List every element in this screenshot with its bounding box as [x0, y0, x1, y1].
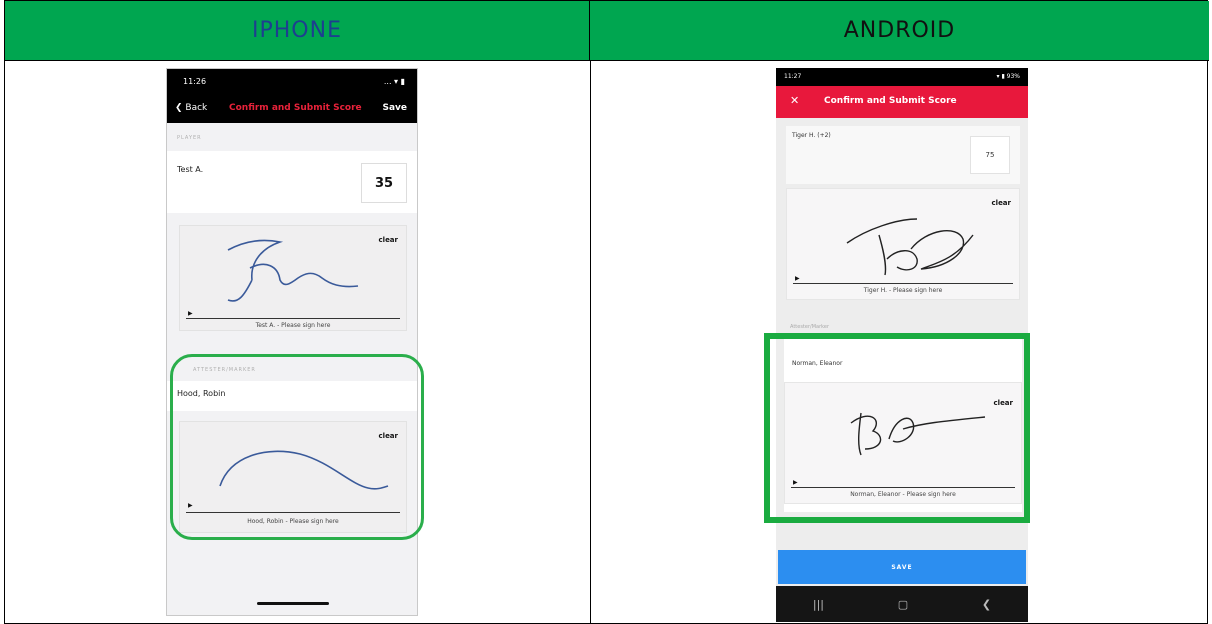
arrow-icon: ▶	[188, 310, 193, 317]
android-header: ANDROID	[590, 1, 1209, 61]
highlight-rectangle	[764, 333, 1030, 523]
score-field[interactable]: 35	[361, 163, 407, 203]
save-button[interactable]: SAVE	[778, 550, 1026, 584]
player-row: Tiger H. (+2) 75	[786, 126, 1020, 184]
column-divider	[590, 61, 591, 624]
player-sign-caption: Test A. - Please sign here	[255, 322, 331, 329]
attester-section-label: Attester/Marker	[790, 324, 829, 330]
status-bar: 11:26 ... ▾ ▮	[167, 69, 417, 95]
app-bar: ✕ Confirm and Submit Score	[776, 86, 1028, 118]
player-signature-pad[interactable]: clear ▶ Test A. - Please sign here	[179, 225, 407, 331]
player-sign-caption: Tiger H. - Please sign here	[863, 287, 943, 294]
player-signature-pad[interactable]: clear ▶ Tiger H. - Please sign here	[786, 188, 1020, 300]
signature-line	[186, 318, 400, 319]
system-navigation-bar: ||| ▢ ❮	[776, 586, 1028, 622]
page-title: Confirm and Submit Score	[229, 103, 362, 113]
player-row: Test A. 35	[167, 151, 417, 213]
status-icons: ... ▾ ▮	[383, 77, 405, 86]
recent-apps-icon[interactable]: |||	[813, 598, 824, 611]
signature-stroke	[227, 239, 359, 302]
status-time: 11:26	[183, 77, 207, 86]
player-name: Tiger H. (+2)	[792, 132, 831, 139]
score-field[interactable]: 75	[970, 136, 1010, 174]
player-name: Test A.	[177, 165, 204, 174]
home-indicator[interactable]	[257, 602, 329, 605]
page-title: Confirm and Submit Score	[824, 96, 957, 106]
status-icons: ▾ ▮ 93%	[996, 73, 1020, 80]
highlight-oval	[170, 354, 424, 540]
close-icon[interactable]: ✕	[790, 94, 799, 107]
signature-line	[793, 283, 1013, 284]
iphone-header: IPHONE	[5, 1, 590, 61]
status-time: 11:27	[784, 73, 802, 80]
arrow-icon: ▶	[795, 275, 800, 282]
status-bar: 11:27 ▾ ▮ 93%	[776, 68, 1028, 86]
back-button[interactable]: ❮ Back	[175, 103, 207, 113]
navigation-bar: ❮ Back Confirm and Submit Score Save	[167, 95, 417, 123]
back-icon[interactable]: ❮	[982, 598, 991, 611]
signature-stroke	[846, 218, 974, 276]
save-button[interactable]: Save	[382, 103, 407, 113]
home-icon[interactable]: ▢	[898, 598, 908, 611]
player-section-label: PLAYER	[177, 135, 202, 141]
